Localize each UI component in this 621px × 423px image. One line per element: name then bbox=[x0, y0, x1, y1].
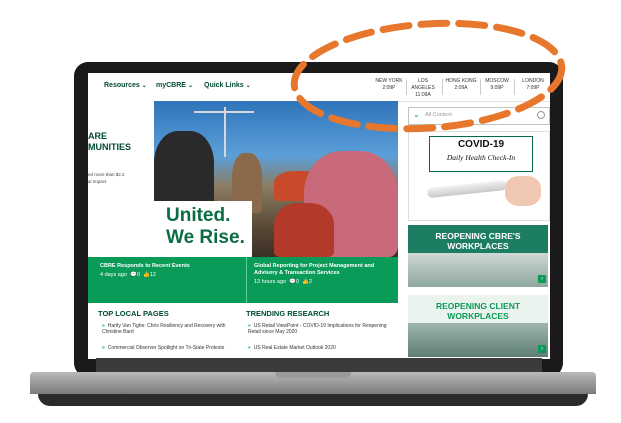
search-icon[interactable] bbox=[537, 111, 545, 119]
double-chevron-icon: » bbox=[248, 345, 251, 351]
local-pages-heading: TOP LOCAL PAGES bbox=[98, 309, 169, 318]
hero-banner[interactable]: United. We Rise. bbox=[154, 101, 398, 257]
search-input[interactable]: ⌄ All Content bbox=[408, 107, 550, 125]
divider bbox=[514, 79, 515, 95]
chevron-down-icon[interactable]: ⌄ bbox=[413, 110, 420, 119]
chevron-down-icon: ⌄ bbox=[245, 83, 251, 89]
list-item[interactable]: » US Retail ViewPoint - COVID-19 Implicat… bbox=[248, 323, 394, 335]
like-icon: 👍 bbox=[142, 272, 150, 278]
chevron-down-icon: ⌄ bbox=[141, 83, 147, 89]
news-band: CBRE Responds to Recent Events 4 days ag… bbox=[88, 257, 398, 303]
hero-headline-line2: We Rise. bbox=[166, 227, 245, 248]
hero-headline-line1: United. bbox=[166, 205, 231, 226]
arrow-right-icon[interactable]: › bbox=[538, 275, 546, 283]
list-item[interactable]: » US Real Estate Market Outlook 2020 bbox=[248, 345, 394, 351]
chevron-down-icon: ⌄ bbox=[187, 83, 193, 89]
crane-arm bbox=[194, 111, 254, 113]
trending-research-heading: TRENDING RESEARCH bbox=[246, 309, 330, 318]
nav-quick-links[interactable]: Quick Links ⌄ bbox=[204, 82, 251, 89]
covid-title-box: COVID-19 Daily Health Check-In bbox=[429, 136, 533, 172]
city-clock-los-angeles: LOS ANGELES 11:09A bbox=[411, 78, 435, 98]
covid-title: COVID-19 bbox=[457, 139, 505, 150]
comment-icon: 💬 bbox=[129, 272, 137, 278]
nav-resources[interactable]: Resources ⌄ bbox=[104, 82, 147, 89]
covid-subtitle: Daily Health Check-In bbox=[446, 153, 516, 162]
list-item[interactable]: » Hartly Van Tighe: Chris Resiliency and … bbox=[102, 323, 242, 335]
thermometer-icon bbox=[426, 179, 508, 199]
person-left bbox=[154, 131, 214, 211]
arrow-right-icon[interactable]: › bbox=[538, 345, 546, 353]
laptop-base bbox=[30, 372, 596, 412]
tile-reopening-client[interactable]: REOPENING CLIENT WORKPLACES › bbox=[408, 295, 548, 357]
list-item[interactable]: » Commercial Observer Spotlight on Tri-St… bbox=[102, 345, 242, 351]
laptop-notch bbox=[275, 372, 351, 378]
tile-title: REOPENING CLIENT WORKPLACES bbox=[435, 301, 521, 321]
city-clock-new-york: NEW YORK 2:09P bbox=[375, 78, 403, 91]
comment-icon: 💬 bbox=[289, 279, 297, 285]
browser-screen: Resources ⌄ myCBRE ⌄ Quick Links ⌄ NEW YORK… bbox=[88, 73, 550, 359]
left-feature-heading: ARE MUNITIES bbox=[88, 131, 132, 152]
produce-crate bbox=[274, 203, 334, 257]
top-nav: Resources ⌄ myCBRE ⌄ Quick Links ⌄ NEW YORK… bbox=[88, 73, 550, 102]
divider bbox=[442, 79, 443, 95]
like-icon: 👍 bbox=[302, 279, 310, 285]
tile-reopening-cbre[interactable]: REOPENING CBRE'S WORKPLACES › bbox=[408, 225, 548, 287]
crane-mast bbox=[224, 107, 226, 157]
search-placeholder: All Content bbox=[425, 112, 452, 118]
nav-mycbre[interactable]: myCBRE ⌄ bbox=[156, 82, 193, 89]
left-feature-text: ed more than $2.2 al Impact bbox=[88, 172, 125, 184]
covid-checkin-card[interactable]: COVID-19 Daily Health Check-In bbox=[408, 131, 550, 221]
laptop-bottom bbox=[38, 394, 588, 406]
divider bbox=[246, 257, 247, 303]
city-clock-london: LONDON 7:09P bbox=[522, 78, 544, 91]
news-item[interactable]: Global Reporting for Project Management … bbox=[254, 263, 394, 285]
hand-image bbox=[505, 176, 541, 206]
tile-title: REOPENING CBRE'S WORKPLACES bbox=[435, 231, 521, 251]
city-clock-hong-kong: HONG KONG 2:09A bbox=[445, 78, 477, 91]
city-clock-moscow: MOSCOW 9:09P bbox=[485, 78, 509, 91]
double-chevron-icon: » bbox=[102, 345, 105, 351]
news-item[interactable]: CBRE Responds to Recent Events 4 days ag… bbox=[100, 263, 240, 278]
